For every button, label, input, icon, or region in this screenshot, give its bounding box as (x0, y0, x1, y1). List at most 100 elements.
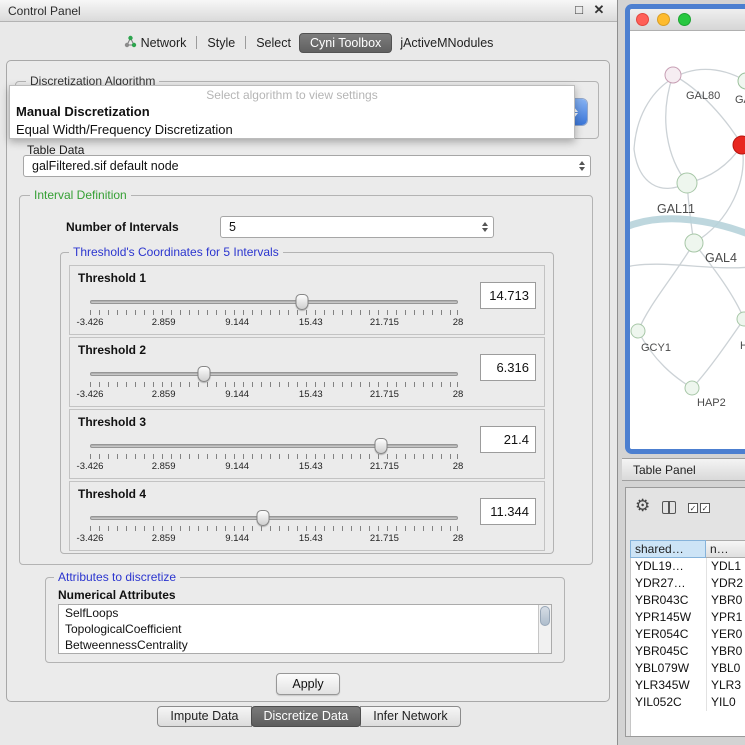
apply-button[interactable]: Apply (276, 673, 340, 695)
close-icon[interactable]: ✕ (591, 2, 607, 18)
threshold-slider[interactable] (90, 372, 458, 378)
dropdown-option-equal-width[interactable]: Equal Width/Frequency Discretization (16, 122, 574, 137)
node[interactable] (737, 312, 745, 326)
gear-icon[interactable]: ⚙ (635, 496, 650, 516)
slider-track[interactable] (90, 300, 458, 304)
node-label: GA (735, 94, 745, 106)
selected-node[interactable] (733, 136, 745, 154)
list-scrollbar[interactable] (538, 605, 551, 653)
network-canvas[interactable]: GAL80 GA GAL11 GAL4 GCY1 H HAP2 (630, 31, 745, 449)
table-row[interactable]: YIL052CYIL0 (631, 694, 745, 711)
tab-network[interactable]: Network (116, 33, 195, 53)
tab-label: Style (207, 36, 235, 50)
minimize-window-icon[interactable] (657, 13, 670, 26)
table-row[interactable]: YBR045CYBR0 (631, 643, 745, 660)
tab-label: Cyni Toolbox (310, 36, 381, 50)
table-panel-header[interactable]: Table Panel (622, 458, 745, 481)
threshold-value-field[interactable]: 11.344 (480, 498, 536, 525)
list-item[interactable]: BetweennessCentrality (59, 637, 551, 653)
slider-tick-labels: -3.426 2.859 9.144 15.43 21.715 28 (90, 389, 458, 400)
threshold-slider[interactable] (90, 300, 458, 306)
top-tab-bar: Network Style Select Cyni Toolbox jActiv… (0, 30, 617, 55)
table-data-combobox[interactable]: galFiltered.sif default node (23, 155, 591, 177)
threshold-block: Threshold 4 -3.426 2.859 9.144 15.43 (69, 481, 545, 551)
window-title: Control Panel (8, 4, 81, 18)
threshold-value-field[interactable]: 6.316 (480, 354, 536, 381)
checkbox-icon[interactable]: ✓ (700, 503, 710, 513)
network-icon (124, 35, 137, 51)
stepper-arrows-icon (482, 222, 488, 232)
table-row[interactable]: YER054CYER0 (631, 626, 745, 643)
slider-thumb[interactable] (256, 510, 269, 526)
tab-style[interactable]: Style (199, 34, 243, 52)
list-item[interactable]: SelfLoops (59, 605, 551, 621)
tab-impute-data[interactable]: Impute Data (157, 706, 251, 727)
number-of-intervals-combobox[interactable]: 5 (220, 216, 494, 238)
slider-thumb[interactable] (198, 366, 211, 382)
threshold-value-field[interactable]: 14.713 (480, 282, 536, 309)
node-label: HAP2 (697, 397, 726, 409)
algorithm-dropdown-popup: Select algorithm to view settings Manual… (9, 85, 575, 139)
table-row[interactable]: YPR145WYPR1 (631, 609, 745, 626)
table-body[interactable]: YDL19…YDL1 YDR27…YDR2 YBR043CYBR0 YPR145… (630, 558, 745, 736)
slider-thumb[interactable] (374, 438, 387, 454)
attributes-group: Attributes to discretize Numerical Attri… (45, 577, 565, 663)
tab-separator (245, 36, 246, 49)
node[interactable] (631, 324, 645, 338)
threshold-label: Threshold 1 (78, 271, 146, 285)
tab-jactivemnodules[interactable]: jActiveMNodules (392, 34, 501, 52)
scrollbar-thumb[interactable] (540, 606, 550, 626)
slider-track[interactable] (90, 444, 458, 448)
list-item[interactable]: TopologicalCoefficient (59, 621, 551, 637)
tab-separator (196, 36, 197, 49)
threshold-label: Threshold 3 (78, 415, 146, 429)
node[interactable] (685, 234, 703, 252)
threshold-label: Threshold 2 (78, 343, 146, 357)
threshold-stack: Threshold 1 -3.426 2.859 9.144 15.43 (69, 265, 545, 551)
interval-definition-group: Interval Definition Number of Intervals … (19, 195, 593, 565)
dropdown-option-manual[interactable]: Manual Discretization (16, 104, 574, 119)
bottom-tab-bar: Impute Data Discretize Data Infer Networ… (0, 706, 617, 727)
attributes-list[interactable]: SelfLoops TopologicalCoefficient Between… (58, 604, 552, 654)
network-window-titlebar[interactable] (630, 9, 745, 31)
number-of-intervals-value: 5 (229, 220, 236, 234)
node[interactable] (677, 173, 697, 193)
table-header-row: shared… n… (630, 540, 745, 558)
slider-tick-labels: -3.426 2.859 9.144 15.43 21.715 28 (90, 461, 458, 472)
slider-thumb[interactable] (296, 294, 309, 310)
control-panel-titlebar[interactable]: Control Panel □ ✕ (0, 0, 617, 22)
threshold-slider[interactable] (90, 516, 458, 522)
node[interactable] (685, 381, 699, 395)
node[interactable] (738, 73, 745, 89)
node[interactable] (665, 67, 681, 83)
dropdown-placeholder: Select algorithm to view settings (10, 88, 574, 102)
tab-infer-network[interactable]: Infer Network (360, 706, 460, 727)
column-header-shared-name[interactable]: shared… (630, 540, 706, 558)
threshold-value-field[interactable]: 21.4 (480, 426, 536, 453)
screen: Control Panel □ ✕ Network (0, 0, 745, 745)
tab-select[interactable]: Select (248, 34, 299, 52)
tab-cyni-toolbox[interactable]: Cyni Toolbox (299, 33, 392, 53)
checkbox-icon[interactable]: ✓ (688, 503, 698, 513)
column-header-name[interactable]: n… (706, 540, 745, 558)
table-row[interactable]: YDR27…YDR2 (631, 575, 745, 592)
network-graph: GAL80 GA GAL11 GAL4 GCY1 H HAP2 (630, 31, 745, 449)
threshold-slider[interactable] (90, 444, 458, 450)
table-row[interactable]: YDL19…YDL1 (631, 558, 745, 575)
slider-track[interactable] (90, 372, 458, 376)
group-title: Attributes to discretize (54, 570, 180, 584)
slider-track[interactable] (90, 516, 458, 520)
tab-discretize-data[interactable]: Discretize Data (251, 706, 362, 727)
table-row[interactable]: YLR345WYLR3 (631, 677, 745, 694)
traffic-lights (636, 13, 691, 26)
table-row[interactable]: YBR043CYBR0 (631, 592, 745, 609)
group-title: Threshold's Coordinates for 5 Intervals (69, 245, 283, 259)
columns-icon[interactable] (662, 501, 676, 514)
zoom-window-icon[interactable] (678, 13, 691, 26)
slider-tick-labels: -3.426 2.859 9.144 15.43 21.715 28 (90, 533, 458, 544)
table-row[interactable]: YBL079WYBL0 (631, 660, 745, 677)
close-window-icon[interactable] (636, 13, 649, 26)
control-panel-window: Control Panel □ ✕ Network (0, 0, 618, 745)
restore-icon[interactable]: □ (571, 2, 587, 17)
highlighted-edge[interactable] (630, 219, 745, 235)
